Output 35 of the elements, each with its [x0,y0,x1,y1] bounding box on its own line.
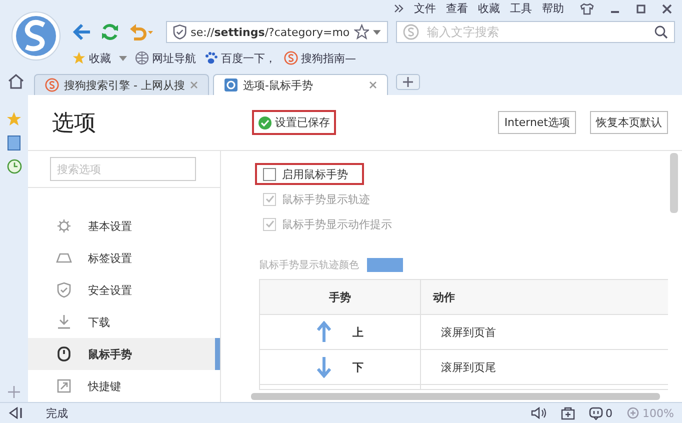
bookmark-item[interactable]: 搜狗指南— [284,50,356,66]
menu-item[interactable]: 文件 [414,1,436,16]
bookmark-item[interactable]: 百度一下， [204,50,276,66]
action-cell-text: 滚屏到页首 [440,324,497,340]
saved-status: 设置已保存 [252,110,336,135]
column-header: 手势 [260,280,421,314]
gesture-label: 上 [352,324,364,340]
bookmark-item[interactable]: 网址导航 [135,50,196,66]
message-counter[interactable]: 0 [588,406,613,420]
action-cell-text: 滚屏到页尾 [440,360,497,376]
status-text: 完成 [46,406,68,420]
menu-item[interactable]: 查看 [446,1,468,16]
sidebar-item[interactable]: 安全设置 [28,274,220,306]
menu-item[interactable]: 工具 [510,1,532,16]
sidebar-item[interactable]: 下载 [28,306,220,338]
page-title: 选项 [52,110,97,138]
bookmark-item[interactable]: 收藏 [72,50,111,66]
browser-tab[interactable]: 选项-鼠标手势 [213,74,388,95]
sidebar-item[interactable]: 鼠标手势 [28,338,220,370]
search-options-field[interactable]: 搜索选项 [50,157,196,181]
menu-item[interactable]: 帮助 [542,1,564,16]
trail-color-label: 鼠标手势显示轨迹颜色 [259,258,359,272]
sidebar-item[interactable]: 快捷键 [28,370,220,402]
option-checkbox[interactable]: 启用鼠标手势 [255,163,364,185]
page-button[interactable]: 恢复本页默认 [590,111,668,134]
url-text: se://settings/?category=mo [190,26,350,38]
browser-tab[interactable]: 搜狗搜索引擎 - 上网从搜 [34,74,209,95]
search-field[interactable]: 输入文字搜索 [396,21,675,43]
address-bar[interactable]: se://settings/?category=mo [166,21,388,43]
sidebar-item[interactable]: 标签设置 [28,242,220,274]
menu-item[interactable]: 收藏 [478,1,500,16]
sidebar-item[interactable]: 基本设置 [28,210,220,242]
gesture-label: 下 [352,360,364,374]
column-header: 动作 [432,290,456,306]
page-button[interactable]: Internet选项 [498,111,576,134]
